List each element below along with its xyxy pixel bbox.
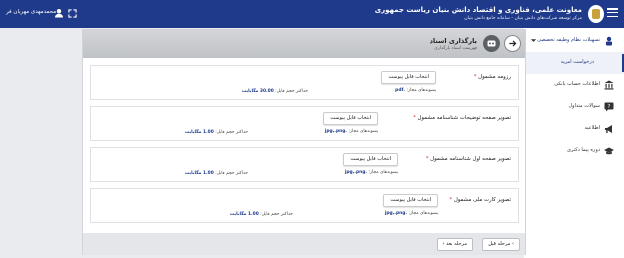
required-asterisk: * <box>449 197 453 203</box>
max-file-size: حداکثر حجم فایل: 1.00 مگابایت <box>184 171 248 176</box>
card-header: بارگذاری اسناد فهرست اسناد بارگذاری <box>83 30 525 58</box>
chevron-down-icon[interactable] <box>530 37 537 44</box>
sidebar-item-label: دوره پیما دکتری <box>567 147 600 153</box>
logo-emblem <box>588 5 604 23</box>
upload-label: تصویر صفحه توضیحات شناسنامه مشمول * <box>413 115 511 121</box>
upload-row-birth-cert-notes: تصویر صفحه توضیحات شناسنامه مشمول * انتخ… <box>90 106 519 141</box>
arrow-right-icon[interactable] <box>504 35 521 52</box>
chevron-right-icon: › <box>512 241 514 247</box>
sidebar-item-announcements[interactable]: اطلاعیه <box>524 118 624 140</box>
sidebar-item-label: اطلاعیه <box>584 125 600 131</box>
sidebar-item-faq[interactable]: ? سوالات متداول <box>524 96 624 118</box>
max-file-size: حداکثر حجم فایل: 1.00 مگابایت <box>184 130 248 135</box>
page-title: بارگذاری اسناد <box>429 37 477 45</box>
choose-file-button[interactable]: انتخاب فایل پیوست <box>323 112 378 125</box>
sidebar-item-label: تسهیلات نظام وظیفه تخصصی <box>537 37 600 43</box>
user-name[interactable]: محمدمهدی مهربان فر <box>6 9 56 15</box>
choose-file-button[interactable]: انتخاب فایل پیوست <box>383 194 438 207</box>
choose-file-button[interactable]: انتخاب فایل پیوست <box>381 71 436 84</box>
app-subtitle: مرکز توسعه شرکت‌های دانش بنیان - سامانه … <box>464 16 582 21</box>
upload-label: رزومه مشمول * <box>473 74 511 80</box>
prev-step-button[interactable]: › مرحله قبل <box>482 238 520 251</box>
bank-icon <box>604 80 614 90</box>
allowed-formats: پسوندهای مجاز: .pdf <box>395 88 436 93</box>
sidebar-item-phd-course[interactable]: دوره پیما دکتری <box>524 140 624 162</box>
upload-row-birth-cert-first-page: تصویر صفحه اول شناسنامه مشمول * انتخاب ف… <box>90 147 519 182</box>
next-step-label: مرحله بعد <box>446 241 467 247</box>
required-asterisk: * <box>425 156 429 162</box>
upload-documents-card: بارگذاری اسناد فهرست اسناد بارگذاری رزوم… <box>82 29 526 255</box>
sidebar-item-label: درخواست امریه <box>560 59 594 65</box>
faq-icon: ? <box>604 102 614 112</box>
megaphone-icon <box>605 125 612 133</box>
allowed-formats: پسوندهای مجاز: .jpg,.png <box>384 211 438 216</box>
max-file-size: حداکثر حجم فایل: 30.00 مگابایت <box>241 89 308 94</box>
chevron-left-icon: ‹ <box>442 241 445 247</box>
sidebar-item-label: اطلاعات حساب بانکی <box>554 81 600 87</box>
required-asterisk: * <box>413 115 416 121</box>
sidebar-item-label: سوالات متداول <box>568 103 600 109</box>
hamburger-menu-icon[interactable] <box>607 8 618 18</box>
documents-icon <box>483 35 500 52</box>
graduation-cap-icon <box>604 147 614 155</box>
svg-text:?: ? <box>608 104 611 110</box>
next-step-button[interactable]: مرحله بعد ‹ <box>436 238 473 251</box>
sidebar: تسهیلات نظام وظیفه تخصصی درخواست امریه ا… <box>524 28 624 258</box>
max-file-size: حداکثر حجم فایل: 1.00 مگابایت <box>229 212 293 217</box>
upload-row-national-card: تصویر کارت ملی مشمول * انتخاب فایل پیوست… <box>90 188 519 223</box>
sidebar-item-bank-account[interactable]: اطلاعات حساب بانکی <box>524 74 624 96</box>
soldier-icon <box>606 36 612 46</box>
wizard-footer: › مرحله قبل مرحله بعد ‹ <box>83 233 525 255</box>
sidebar-item-military-service[interactable]: تسهیلات نظام وظیفه تخصصی <box>524 30 624 52</box>
upload-label: تصویر صفحه اول شناسنامه مشمول * <box>425 156 511 162</box>
choose-file-button[interactable]: انتخاب فایل پیوست <box>343 153 398 166</box>
upload-label: تصویر کارت ملی مشمول * <box>449 197 511 203</box>
app-title: معاونت علمی، فناوری و اقتصاد دانش بنیان … <box>374 6 582 14</box>
page-subtitle: فهرست اسناد بارگذاری <box>434 46 477 51</box>
prev-step-label: مرحله قبل <box>488 241 511 247</box>
fullscreen-icon[interactable] <box>68 9 77 18</box>
sidebar-item-amriyeh-request[interactable]: درخواست امریه <box>524 52 624 74</box>
top-bar: معاونت علمی، فناوری و اقتصاد دانش بنیان … <box>0 0 624 28</box>
upload-row-resume: رزومه مشمول * انتخاب فایل پیوست پسوندهای… <box>90 65 519 100</box>
allowed-formats: پسوندهای مجاز: .jpg,.png <box>344 170 398 175</box>
required-asterisk: * <box>473 74 477 80</box>
allowed-formats: پسوندهای مجاز: .jpg,.png <box>324 129 378 134</box>
